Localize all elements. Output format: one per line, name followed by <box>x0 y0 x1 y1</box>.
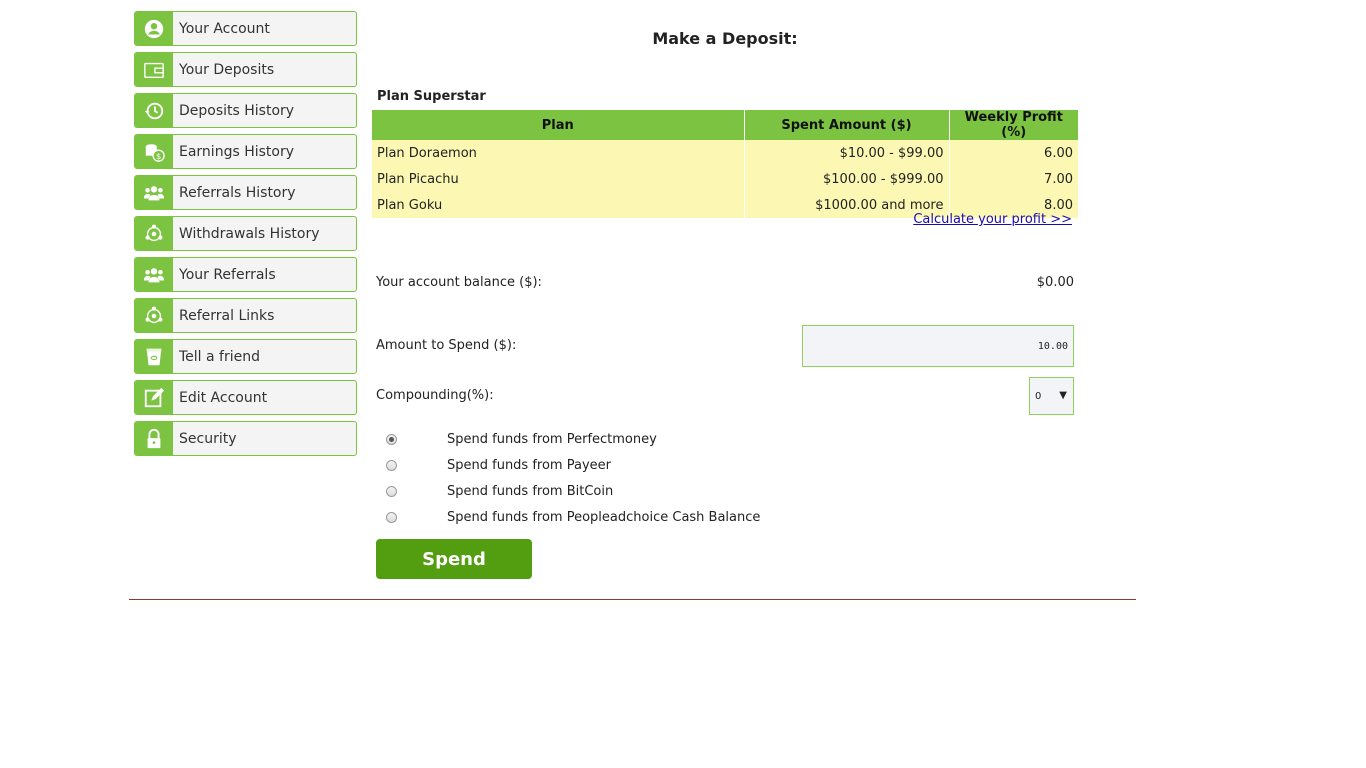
account-balance-value: $0.00 <box>1036 275 1074 290</box>
sidebar-item-label: Edit Account <box>179 389 268 406</box>
sidebar-item-deposits-history[interactable]: Deposits History <box>134 93 357 128</box>
amount-to-spend-input[interactable] <box>802 325 1074 367</box>
sidebar-item-label: Security <box>179 430 237 447</box>
column-header-plan: Plan <box>372 110 744 140</box>
dropdown-arrow-icon: ▼ <box>1059 390 1067 401</box>
plans-table: Plan Spent Amount ($) Weekly Profit (%) … <box>372 110 1078 218</box>
sidebar-item-edit-account[interactable]: Edit Account <box>134 380 357 415</box>
amount-to-spend-label: Amount to Spend ($): <box>376 338 517 353</box>
spent-amount-cell: $100.00 - $999.00 <box>743 166 949 192</box>
spend-button[interactable]: Spend <box>376 539 532 579</box>
sidebar-item-label: Referral Links <box>179 307 275 324</box>
sidebar-item-earnings-history[interactable]: $ Earnings History <box>134 134 357 169</box>
sidebar-item-label: Your Deposits <box>179 61 275 78</box>
payment-option-label: Spend funds from BitCoin <box>447 483 614 499</box>
sidebar-item-label: Tell a friend <box>179 348 260 365</box>
table-row: Plan Picachu $100.00 - $999.00 7.00 <box>372 166 1078 192</box>
plan-name: Plan Superstar <box>377 89 486 104</box>
people-group-icon <box>135 258 173 291</box>
network-people-icon <box>135 299 173 332</box>
payment-option-payeer: Spend funds from Payeer <box>386 456 611 474</box>
calculate-profit-link[interactable]: Calculate your profit >> <box>913 212 1072 227</box>
sidebar-item-label: Referrals History <box>179 184 296 201</box>
sidebar-item-referral-links[interactable]: Referral Links <box>134 298 357 333</box>
table-header-row: Plan Spent Amount ($) Weekly Profit (%) <box>372 110 1078 140</box>
payment-option-label: Spend funds from Payeer <box>447 457 611 473</box>
sidebar-item-label: Deposits History <box>179 102 295 119</box>
payment-option-perfectmoney: Spend funds from Perfectmoney <box>386 430 657 448</box>
user-circle-icon <box>135 12 173 45</box>
deposit-panel: Make a Deposit: Plan Superstar Plan Spen… <box>372 0 1078 579</box>
history-clock-icon <box>135 94 173 127</box>
radio-perfectmoney[interactable] <box>386 433 397 445</box>
payment-option-label: Spend funds from Perfectmoney <box>447 431 657 447</box>
cup-icon <box>135 340 173 373</box>
plan-cell: Plan Picachu <box>372 166 744 192</box>
sidebar-item-label: Earnings History <box>179 143 295 160</box>
radio-peopleadchoice[interactable] <box>386 511 397 523</box>
table-row: Plan Doraemon $10.00 - $99.00 6.00 <box>372 140 1078 166</box>
page-title: Make a Deposit: <box>652 29 798 48</box>
sidebar-item-your-account[interactable]: Your Account <box>134 11 357 46</box>
radio-payeer[interactable] <box>386 459 397 471</box>
radio-bitcoin[interactable] <box>386 485 397 497</box>
column-header-weekly-profit: Weekly Profit (%) <box>948 110 1078 140</box>
payment-option-bitcoin: Spend funds from BitCoin <box>386 482 613 500</box>
weekly-profit-cell: 6.00 <box>948 140 1078 166</box>
plan-cell: Plan Doraemon <box>372 140 744 166</box>
compounding-select[interactable]: 0 ▼ <box>1029 377 1074 415</box>
wallet-icon <box>135 53 173 86</box>
sidebar-item-label: Your Account <box>179 20 270 37</box>
edit-pencil-icon <box>135 381 173 414</box>
sidebar-item-withdrawals-history[interactable]: Withdrawals History <box>134 216 357 251</box>
payment-option-label: Spend funds from Peopleadchoice Cash Bal… <box>447 509 761 525</box>
weekly-profit-cell: 7.00 <box>948 166 1078 192</box>
network-people-icon <box>135 217 173 250</box>
svg-text:$: $ <box>156 150 161 160</box>
sidebar-item-referrals-history[interactable]: Referrals History <box>134 175 357 210</box>
sidebar-item-label: Withdrawals History <box>179 225 320 242</box>
lock-icon <box>135 422 173 455</box>
compounding-label: Compounding(%): <box>376 388 494 403</box>
account-balance-label: Your account balance ($): <box>376 275 542 290</box>
sidebar-item-security[interactable]: Security <box>134 421 357 456</box>
payment-option-peopleadchoice: Spend funds from Peopleadchoice Cash Bal… <box>386 508 760 526</box>
sidebar-nav: Your Account Your Deposits Deposits Hist… <box>134 11 357 462</box>
plan-cell: Plan Goku <box>372 192 744 218</box>
sidebar-item-label: Your Referrals <box>179 266 276 283</box>
compounding-selected-value: 0 <box>1035 390 1042 402</box>
people-group-icon <box>135 176 173 209</box>
coins-dollar-icon: $ <box>135 135 173 168</box>
spent-amount-cell: $10.00 - $99.00 <box>743 140 949 166</box>
sidebar-item-your-deposits[interactable]: Your Deposits <box>134 52 357 87</box>
column-header-spent-amount: Spent Amount ($) <box>743 110 949 140</box>
sidebar-item-your-referrals[interactable]: Your Referrals <box>134 257 357 292</box>
sidebar-item-tell-a-friend[interactable]: Tell a friend <box>134 339 357 374</box>
footer-divider <box>129 599 1136 600</box>
